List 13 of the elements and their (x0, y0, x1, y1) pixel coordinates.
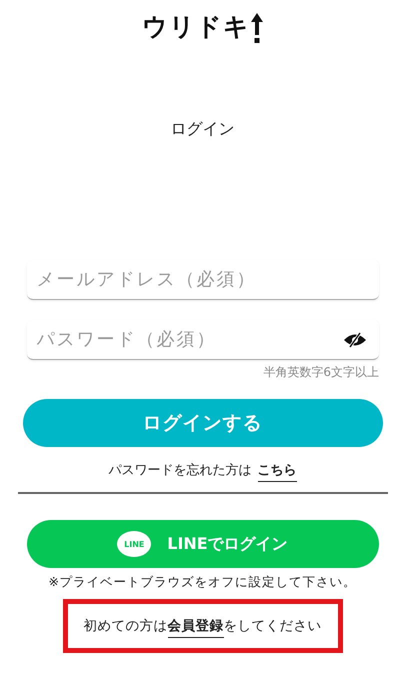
notice-text: ※プライベートブラウズをオフに設定して下さい。 (48, 574, 356, 591)
email-field[interactable]: メールアドレス（必須） (26, 260, 378, 300)
page-title: ログイン (170, 119, 234, 140)
eye-slash-icon[interactable] (342, 332, 366, 348)
password-hint: 半角英数字6文字以上 (263, 364, 379, 381)
register-text: 初めての方は会員登録をしてください (84, 617, 322, 635)
line-logo-icon: LINE (117, 531, 152, 557)
up-arrow-icon (251, 13, 263, 43)
password-field[interactable]: パスワード（必須） (26, 320, 378, 360)
logo-text: ウリドキ (142, 11, 250, 43)
forgot-password-link[interactable]: こちら (258, 463, 296, 482)
register-link[interactable]: 会員登録 (168, 618, 224, 638)
forgot-password-text: パスワードを忘れた方は こちら (108, 461, 296, 479)
